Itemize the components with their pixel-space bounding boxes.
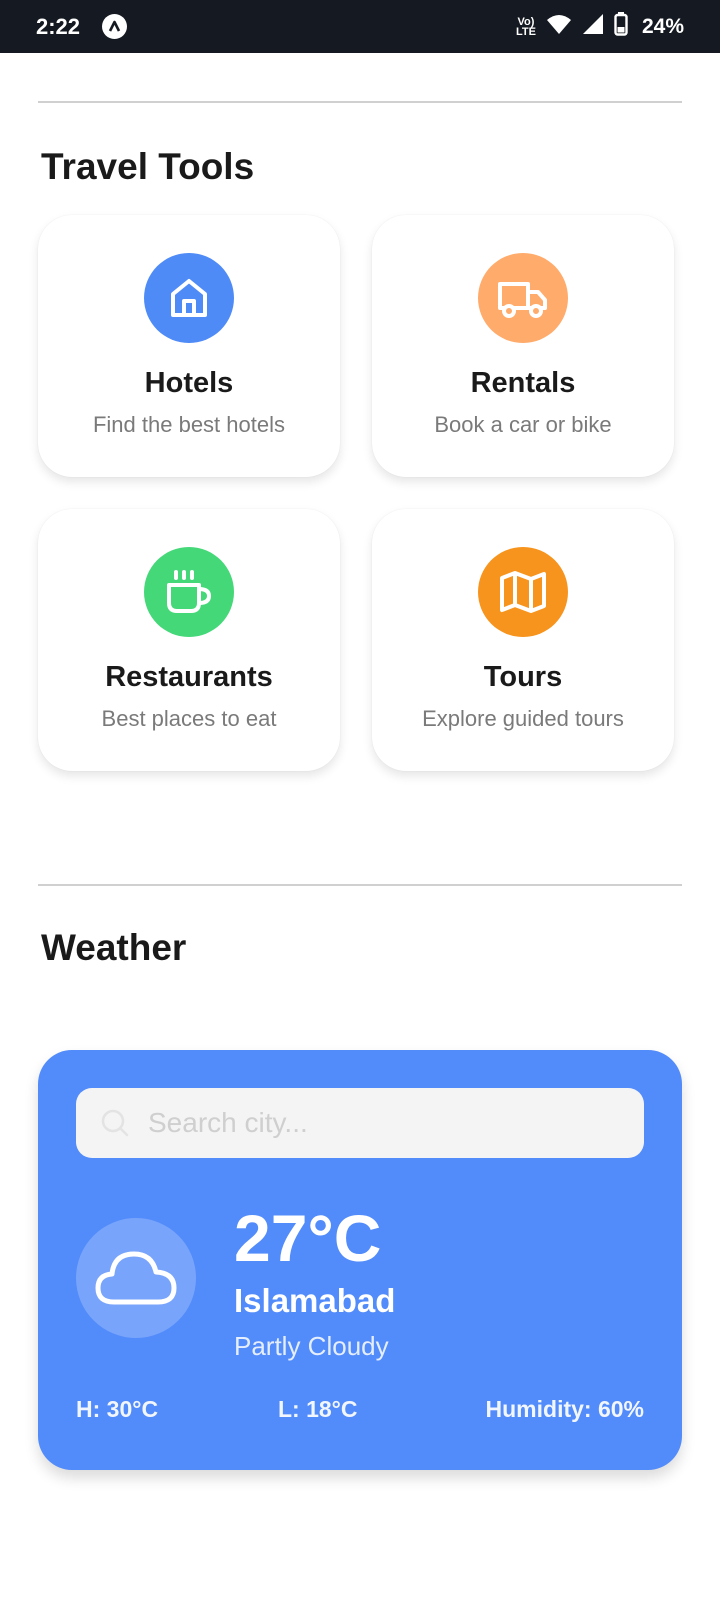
restaurants-card[interactable]: Restaurants Best places to eat [38,509,340,771]
card-title: Tours [483,661,563,693]
city-name: Islamabad [234,1282,396,1319]
home-icon [144,253,234,343]
status-bar: 2:22 Vo) LTE 24% [0,0,720,53]
card-subtitle: Find the best hotels [92,412,285,437]
humidity: Humidity: 60% [485,1396,644,1422]
tours-card[interactable]: Tours Explore guided tours [372,509,674,771]
city-search-input[interactable] [148,1107,628,1139]
temperature: 27°C [234,1201,382,1275]
cloud-icon [95,1251,177,1305]
volte-icon: Vo) LTE [516,15,536,38]
app-notification-icon [102,14,128,39]
hotels-card[interactable]: Hotels Find the best hotels [38,215,340,477]
card-subtitle: Best places to eat [101,706,277,731]
wifi-icon [546,13,572,40]
card-title: Restaurants [105,661,273,693]
weather-condition: Partly Cloudy [234,1331,389,1361]
high-temp: H: 30°C [76,1396,159,1422]
signal-icon [582,13,604,40]
weather-card: 27°C Islamabad Partly Cloudy H: 30°C L: … [38,1050,682,1470]
truck-icon [478,253,568,343]
status-time: 2:22 [36,13,81,39]
coffee-cup-icon [144,547,234,637]
low-temp: L: 18°C [278,1396,358,1422]
card-subtitle: Explore guided tours [422,706,624,731]
rentals-card[interactable]: Rentals Book a car or bike [372,215,674,477]
section-divider [38,884,682,886]
city-search-box[interactable] [76,1088,644,1158]
section-divider [38,101,682,103]
travel-tools-title: Travel Tools [41,146,255,187]
map-icon [478,547,568,637]
card-title: Rentals [470,367,576,399]
weather-icon-circle [76,1218,196,1338]
card-subtitle: Book a car or bike [434,412,612,437]
battery-icon [614,12,628,41]
weather-title: Weather [41,927,187,968]
card-title: Hotels [144,367,234,399]
battery-percent: 24% [641,14,684,38]
search-icon [98,1106,132,1140]
